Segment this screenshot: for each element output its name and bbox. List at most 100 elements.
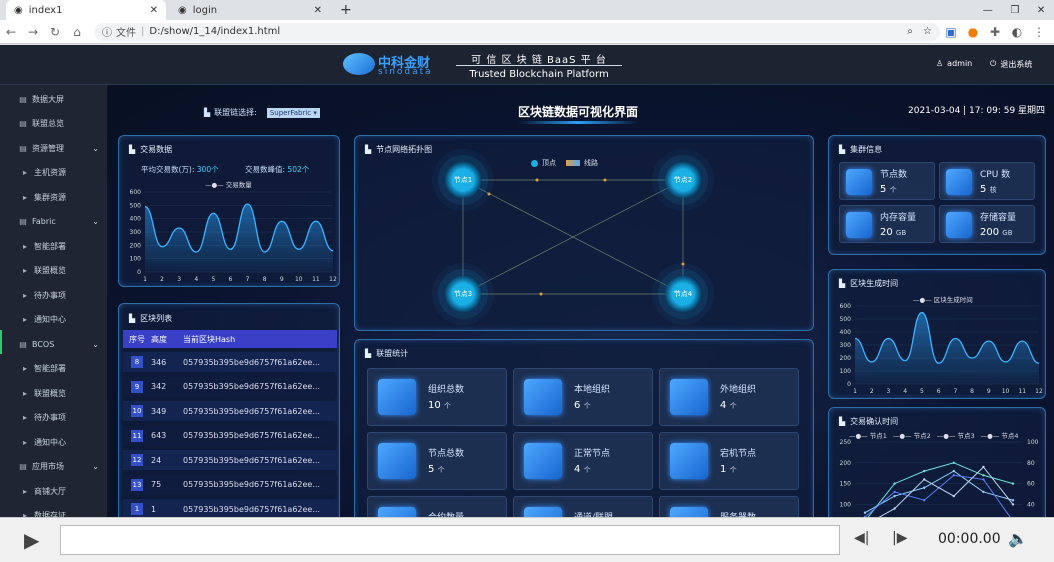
topology-node-4[interactable]: 节点4 — [664, 275, 702, 313]
star-icon[interactable]: ☆ — [923, 26, 932, 37]
sidebar-item[interactable]: ▸ 联盟概览 — [0, 381, 107, 405]
sidebar-item[interactable]: ▸ 待办事项 — [0, 406, 107, 430]
sidebar-item[interactable]: ▤ 应用市场 ⌄ — [0, 455, 107, 479]
data-point — [893, 494, 896, 498]
data-point — [952, 494, 955, 498]
topology-node-1[interactable]: 节点1 — [444, 161, 482, 199]
data-point — [1011, 503, 1015, 506]
forward-icon[interactable]: → — [22, 25, 44, 39]
topology-node-2[interactable]: 节点2 — [664, 161, 702, 199]
sidebar-item-label: 应用市场 — [32, 462, 64, 471]
alliance-card-value: 4 — [574, 464, 581, 475]
row-no-badge: 13 — [131, 478, 143, 491]
sidebar-item[interactable]: ▤ Fabric ⌄ — [0, 210, 107, 234]
x-tick-label: 7 — [953, 388, 957, 395]
sidebar-item[interactable]: ▸ 商铺大厅 — [0, 479, 107, 503]
close-tab-icon[interactable]: ✕ — [150, 5, 158, 16]
row-hash: 057935b395be9d6757f61a62ee... — [183, 357, 320, 367]
sidebar-item[interactable]: ▸ 集群资源 — [0, 185, 107, 209]
cluster-card-label: 内存容量 — [880, 213, 917, 223]
x-tick-label: 7 — [246, 276, 250, 283]
chain-select[interactable]: SuperFabric ▾ — [266, 107, 320, 118]
user-icon: ♙ — [936, 59, 944, 68]
browser-tab-login[interactable]: ◉ login ✕ — [170, 0, 330, 20]
table-row[interactable]: 13 75 057935b395be9d6757f61a62ee... — [123, 474, 337, 495]
sidebar-item-label: 主机资源 — [34, 168, 66, 177]
top-nav: 中科金财 sinodata 可 信 区 块 链 BaaS 平 台 Trusted… — [0, 45, 1054, 85]
bullet-icon: ▸ — [22, 413, 27, 422]
previous-frame-icon[interactable]: ◀| — [854, 530, 869, 546]
area-fill — [145, 204, 333, 272]
user-menu[interactable]: ♙ admin — [936, 59, 972, 68]
sidebar-item[interactable]: ▸ 通知中心 — [0, 430, 107, 454]
data-point — [952, 469, 955, 473]
sidebar-item[interactable]: ▸ 联盟概览 — [0, 259, 107, 283]
alliance-card: 节点总数 5 个 — [367, 432, 507, 490]
table-row[interactable]: 12 24 057935b395be9d6757f61a62ee... — [123, 450, 337, 470]
data-point — [952, 461, 955, 464]
datetime: 2021-03-04 | 17: 09: 59 星期四 — [908, 106, 1046, 116]
block-time-chart: 01002003004005006001 2 3 4 5 6 7 8 9 10 11 12 — [840, 303, 1043, 395]
menu-icon[interactable]: ⋮ — [1028, 25, 1050, 39]
logo-icon — [343, 53, 375, 75]
browser-tab-index1[interactable]: ◉ index1 ✕ — [6, 0, 166, 20]
sidebar-item[interactable]: ▸ 通知中心 — [0, 308, 107, 332]
play-icon[interactable]: ▶ — [24, 528, 39, 552]
close-window-icon[interactable]: ✕ — [1037, 5, 1045, 16]
chevron-down-icon: ⌄ — [92, 462, 99, 471]
volume-icon[interactable]: 🔈 — [1008, 529, 1028, 548]
node-label: 节点2 — [673, 176, 693, 184]
new-tab-button[interactable]: + — [340, 0, 360, 20]
translate-icon[interactable]: ▣ — [940, 25, 962, 39]
sidebar-item[interactable]: ▤ 资源管理 ⌄ — [0, 136, 107, 160]
sidebar-item[interactable]: ▸ 智能部署 — [0, 234, 107, 258]
sidebar-item[interactable]: ▸ 主机资源 — [0, 161, 107, 185]
puzzle-icon[interactable]: ✚ — [984, 25, 1006, 39]
data-point — [893, 490, 896, 494]
sidebar-item[interactable]: ▤ 数据大屏 — [0, 87, 107, 111]
y-tick-label: 600 — [130, 189, 142, 196]
maximize-icon[interactable]: ❐ — [1010, 5, 1019, 16]
page-title: 区块链数据可视化界面 — [517, 105, 638, 119]
y-tick-label: 600 — [840, 303, 852, 310]
globe-icon: ◉ — [14, 4, 23, 16]
home-icon[interactable]: ⌂ — [66, 25, 88, 39]
sidebar-item-label: 通知中心 — [34, 315, 66, 324]
sidebar-item[interactable]: ▤ 联盟总览 — [0, 112, 107, 136]
cluster-card: CPU 数 5 核 — [939, 162, 1035, 200]
col-no: 序号 — [129, 334, 145, 344]
close-tab-icon[interactable]: ✕ — [314, 5, 322, 16]
info-icon: ⓘ — [102, 28, 112, 39]
minimize-icon[interactable]: — — [983, 5, 993, 16]
sidebar-item[interactable]: ▸ 待办事项 — [0, 283, 107, 307]
sidebar-item-label: 待办事项 — [34, 413, 66, 422]
sidebar-item-label: 联盟概览 — [34, 266, 66, 275]
zoom-icon[interactable]: ⌕ — [907, 26, 913, 37]
alliance-card: 外地组织 4 个 — [659, 368, 799, 426]
extension-orange-icon[interactable]: ● — [962, 25, 984, 39]
cluster-card-unit: 核 — [989, 186, 997, 194]
series-line — [864, 474, 1014, 522]
logout-button[interactable]: ⏻ 退出系统 — [990, 59, 1032, 70]
table-row[interactable]: 11 643 057935b395be9d6757f61a62ee... — [123, 425, 337, 446]
y-right-tick-label: 100 — [1027, 439, 1039, 446]
table-row[interactable]: 9 342 057935b395be9d6757f61a62ee... — [123, 376, 337, 397]
table-row[interactable]: 10 349 057935b395be9d6757f61a62ee... — [123, 401, 337, 421]
alliance-card-unit: 个 — [583, 466, 591, 474]
reload-icon[interactable]: ↻ — [44, 25, 66, 39]
alliance-title: ▙ 联盟统计 — [365, 349, 409, 358]
x-tick-label: 4 — [903, 388, 907, 395]
url-input[interactable]: ⓘ 文件 | D:/show/1_14/index1.html ⌕ ☆ — [94, 22, 940, 41]
next-frame-icon[interactable]: |▶ — [892, 530, 907, 546]
sidebar-item[interactable]: ▤ BCOS ⌄ — [0, 332, 107, 356]
sidebar-item[interactable]: ▸ 智能部署 — [0, 357, 107, 381]
username: admin — [947, 59, 973, 68]
seek-bar[interactable] — [60, 525, 840, 555]
table-row[interactable]: 1 1 057935b395be9d6757f61a62ee... — [123, 499, 337, 519]
topology-node-3[interactable]: 节点3 — [444, 275, 482, 313]
y-tick-label: 500 — [130, 202, 142, 209]
table-row[interactable]: 8 346 057935b395be9d6757f61a62ee... — [123, 352, 337, 372]
back-icon[interactable]: ← — [0, 25, 22, 39]
profile-icon[interactable]: ◐ — [1006, 25, 1028, 39]
share-icon: ▤ — [19, 217, 27, 226]
